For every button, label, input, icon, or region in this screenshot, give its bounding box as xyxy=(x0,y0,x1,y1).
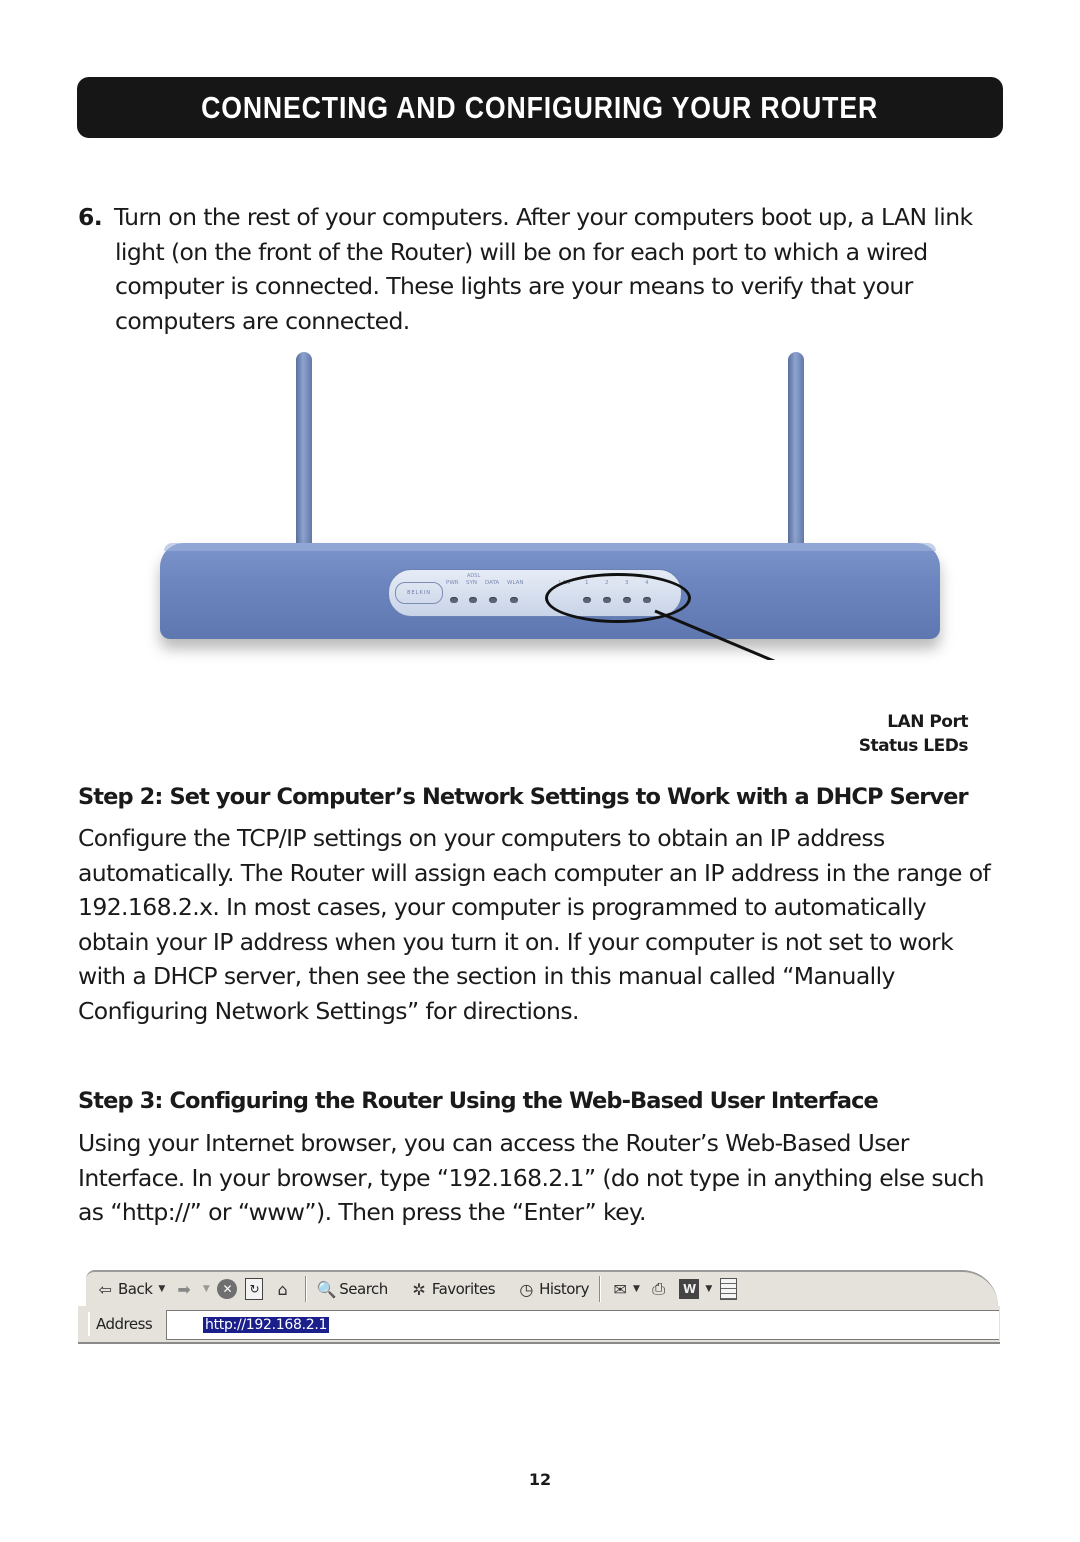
step2-line-6: Configuring Network Settings” for direct… xyxy=(78,996,579,1025)
forward-arrow-icon: ➡ xyxy=(177,1279,191,1299)
history-label: History xyxy=(539,1280,589,1298)
step2-line-3: 192.168.2.x. In most cases, your compute… xyxy=(78,893,927,921)
back-dropdown-caret-icon[interactable]: ▼ xyxy=(158,1284,165,1294)
back-button[interactable]: ⇦ Back ▼ xyxy=(94,1275,166,1303)
address-input[interactable]: http://192.168.2.1 xyxy=(166,1310,999,1340)
router-illustration: BELKIN ADSL PWR SYN DATA WLAN LAN 1 2 3 … xyxy=(150,340,950,660)
callout-line xyxy=(654,609,776,660)
forward-button[interactable]: ➡ ▼ xyxy=(173,1275,209,1303)
caption-line-1: LAN Port xyxy=(887,712,968,732)
step3-line-1: Using your Internet browser, you can acc… xyxy=(78,1129,909,1157)
history-button[interactable]: ◷ History xyxy=(515,1275,589,1303)
print-button[interactable]: ⎙ xyxy=(647,1275,671,1303)
browser-toolbar: ⇦ Back ▼ ➡ ▼ ✕ ↻ ⌂ 🔍 Search ✲ Favorites … xyxy=(86,1270,998,1306)
favorites-label: Favorites xyxy=(431,1280,496,1298)
step2-line-2: automatically. The Router will assign ea… xyxy=(78,858,991,887)
print-icon: ⎙ xyxy=(652,1279,665,1298)
history-clock-icon: ◷ xyxy=(519,1279,533,1299)
favorites-folder-icon: ✲ xyxy=(412,1279,426,1299)
figure-caption: LAN Port Status LEDs xyxy=(858,710,969,758)
mail-button[interactable]: ✉ ▼ xyxy=(609,1275,640,1303)
step3-heading: Step 3: Configuring the Router Using the… xyxy=(78,1088,879,1114)
word-edit-button[interactable]: W ▼ xyxy=(679,1275,712,1303)
toolbar-separator xyxy=(305,1276,308,1302)
refresh-button[interactable]: ↻ xyxy=(245,1275,264,1303)
step6-paragraph: 6. Turn on the rest of your computers. Af… xyxy=(78,200,998,338)
step6-line-4: computers are connected. xyxy=(115,306,410,335)
step6-line-1: 6. Turn on the rest of your computers. Af… xyxy=(78,200,998,235)
step2-line-1: Configure the TCP/IP settings on your co… xyxy=(78,824,885,852)
stop-button[interactable]: ✕ xyxy=(217,1275,238,1303)
address-value-selected[interactable]: http://192.168.2.1 xyxy=(203,1317,330,1333)
step3-line-2: Interface. In your browser, type “192.16… xyxy=(78,1163,985,1192)
search-button[interactable]: 🔍 Search xyxy=(315,1275,389,1303)
mail-icon: ✉ xyxy=(613,1279,627,1299)
mail-dropdown-caret-icon[interactable]: ▼ xyxy=(633,1284,640,1294)
step2-line-4: obtain your IP address when you turn it … xyxy=(78,927,954,956)
edit-dropdown-caret-icon[interactable]: ▼ xyxy=(705,1284,712,1294)
step3-paragraph: Using your Internet browser, you can acc… xyxy=(78,1126,985,1230)
step-number: 6. xyxy=(78,203,103,231)
stop-icon: ✕ xyxy=(217,1279,238,1299)
back-arrow-icon: ⇦ xyxy=(98,1279,112,1299)
discuss-button[interactable] xyxy=(719,1275,737,1303)
toolbar-separator xyxy=(598,1276,601,1302)
refresh-icon: ↻ xyxy=(245,1278,264,1300)
section-title: Connecting and Configuring your Router xyxy=(201,89,879,125)
document-icon xyxy=(719,1278,737,1300)
step2-paragraph: Configure the TCP/IP settings on your co… xyxy=(78,821,991,1028)
step2-heading: Step 2: Set your Computer’s Network Sett… xyxy=(78,784,969,810)
search-icon: 🔍 xyxy=(316,1279,337,1299)
caption-line-2: Status LEDs xyxy=(858,736,969,756)
home-button[interactable]: ⌂ xyxy=(271,1275,295,1303)
address-bar: Address http://192.168.2.1 xyxy=(78,1306,1000,1344)
step3-line-3: as “http://” or “www”). Then press the “… xyxy=(78,1198,646,1226)
back-label: Back xyxy=(118,1280,153,1298)
callout-pointer-line xyxy=(654,609,776,660)
favorites-button[interactable]: ✲ Favorites xyxy=(408,1275,495,1303)
section-header-bar: Connecting and Configuring your Router xyxy=(77,77,1003,138)
page-number: 12 xyxy=(528,1470,552,1489)
home-icon: ⌂ xyxy=(277,1279,288,1299)
browser-screenshot: ⇦ Back ▼ ➡ ▼ ✕ ↻ ⌂ 🔍 Search ✲ Favorites … xyxy=(78,1268,1000,1352)
search-label: Search xyxy=(339,1280,388,1298)
word-icon: W xyxy=(679,1279,700,1299)
step6-line-2: light (on the front of the Router) will … xyxy=(115,237,928,266)
step2-line-5: with a DHCP server, then see the section… xyxy=(78,962,895,990)
address-label: Address xyxy=(88,1312,158,1336)
step6-line-3: computer is connected. These lights are … xyxy=(115,272,913,300)
forward-dropdown-caret-icon[interactable]: ▼ xyxy=(203,1284,210,1294)
